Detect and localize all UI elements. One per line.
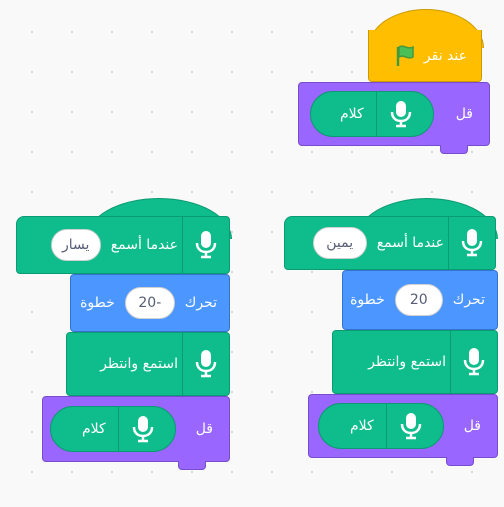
mic-icon <box>385 404 435 448</box>
reporter-label: كلام <box>82 421 106 437</box>
hat-label: عندما أسمع <box>376 235 444 251</box>
when-flag-clicked-block[interactable]: عند نقر <box>368 30 482 82</box>
reporter-label: كلام <box>350 418 374 434</box>
notch <box>446 457 474 466</box>
green-flag-icon <box>394 44 420 68</box>
when-i-hear-block[interactable]: عندما أسمع يمين <box>284 216 496 270</box>
reporter-label: كلام <box>340 106 364 122</box>
notch <box>178 461 206 470</box>
move-steps-block[interactable]: تحرك -20 خطوة <box>70 274 230 332</box>
phrase-input[interactable]: يسار <box>50 229 101 261</box>
phrase-input[interactable]: يمين <box>312 227 367 259</box>
steps-input[interactable]: -20 <box>124 287 175 319</box>
listen-label: استمع وانتظر <box>368 354 446 370</box>
say-block[interactable]: قل كلام <box>298 82 490 146</box>
hat-label: عند نقر <box>423 47 467 64</box>
speech-reporter[interactable]: كلام <box>317 403 444 449</box>
listen-and-wait-block[interactable]: استمع وانتظر <box>66 332 230 396</box>
steps-input[interactable]: 20 <box>394 284 443 316</box>
say-label: قل <box>195 421 213 437</box>
when-i-hear-block[interactable]: عندما أسمع يسار <box>16 216 230 274</box>
mic-icon <box>182 333 229 395</box>
say-block[interactable]: قل كلام <box>308 394 498 458</box>
notch <box>440 145 468 154</box>
move-label: تحرك <box>184 295 217 311</box>
move-unit: خطوة <box>350 292 385 308</box>
say-label: قل <box>455 106 473 122</box>
mic-icon <box>448 217 495 269</box>
mic-icon <box>375 92 425 136</box>
say-block[interactable]: قل كلام <box>42 396 230 462</box>
mic-icon <box>450 331 497 393</box>
listen-label: استمع وانتظر <box>100 356 178 372</box>
hat-label: عندما أسمع <box>110 237 178 253</box>
speech-reporter[interactable]: كلام <box>309 91 434 137</box>
move-label: تحرك <box>452 292 485 308</box>
move-unit: خطوة <box>80 295 115 311</box>
speech-reporter[interactable]: كلام <box>49 406 176 452</box>
listen-and-wait-block[interactable]: استمع وانتظر <box>332 330 498 394</box>
say-label: قل <box>463 418 481 434</box>
mic-icon <box>182 217 229 273</box>
move-steps-block[interactable]: تحرك 20 خطوة <box>342 270 498 330</box>
mic-icon <box>117 407 167 451</box>
